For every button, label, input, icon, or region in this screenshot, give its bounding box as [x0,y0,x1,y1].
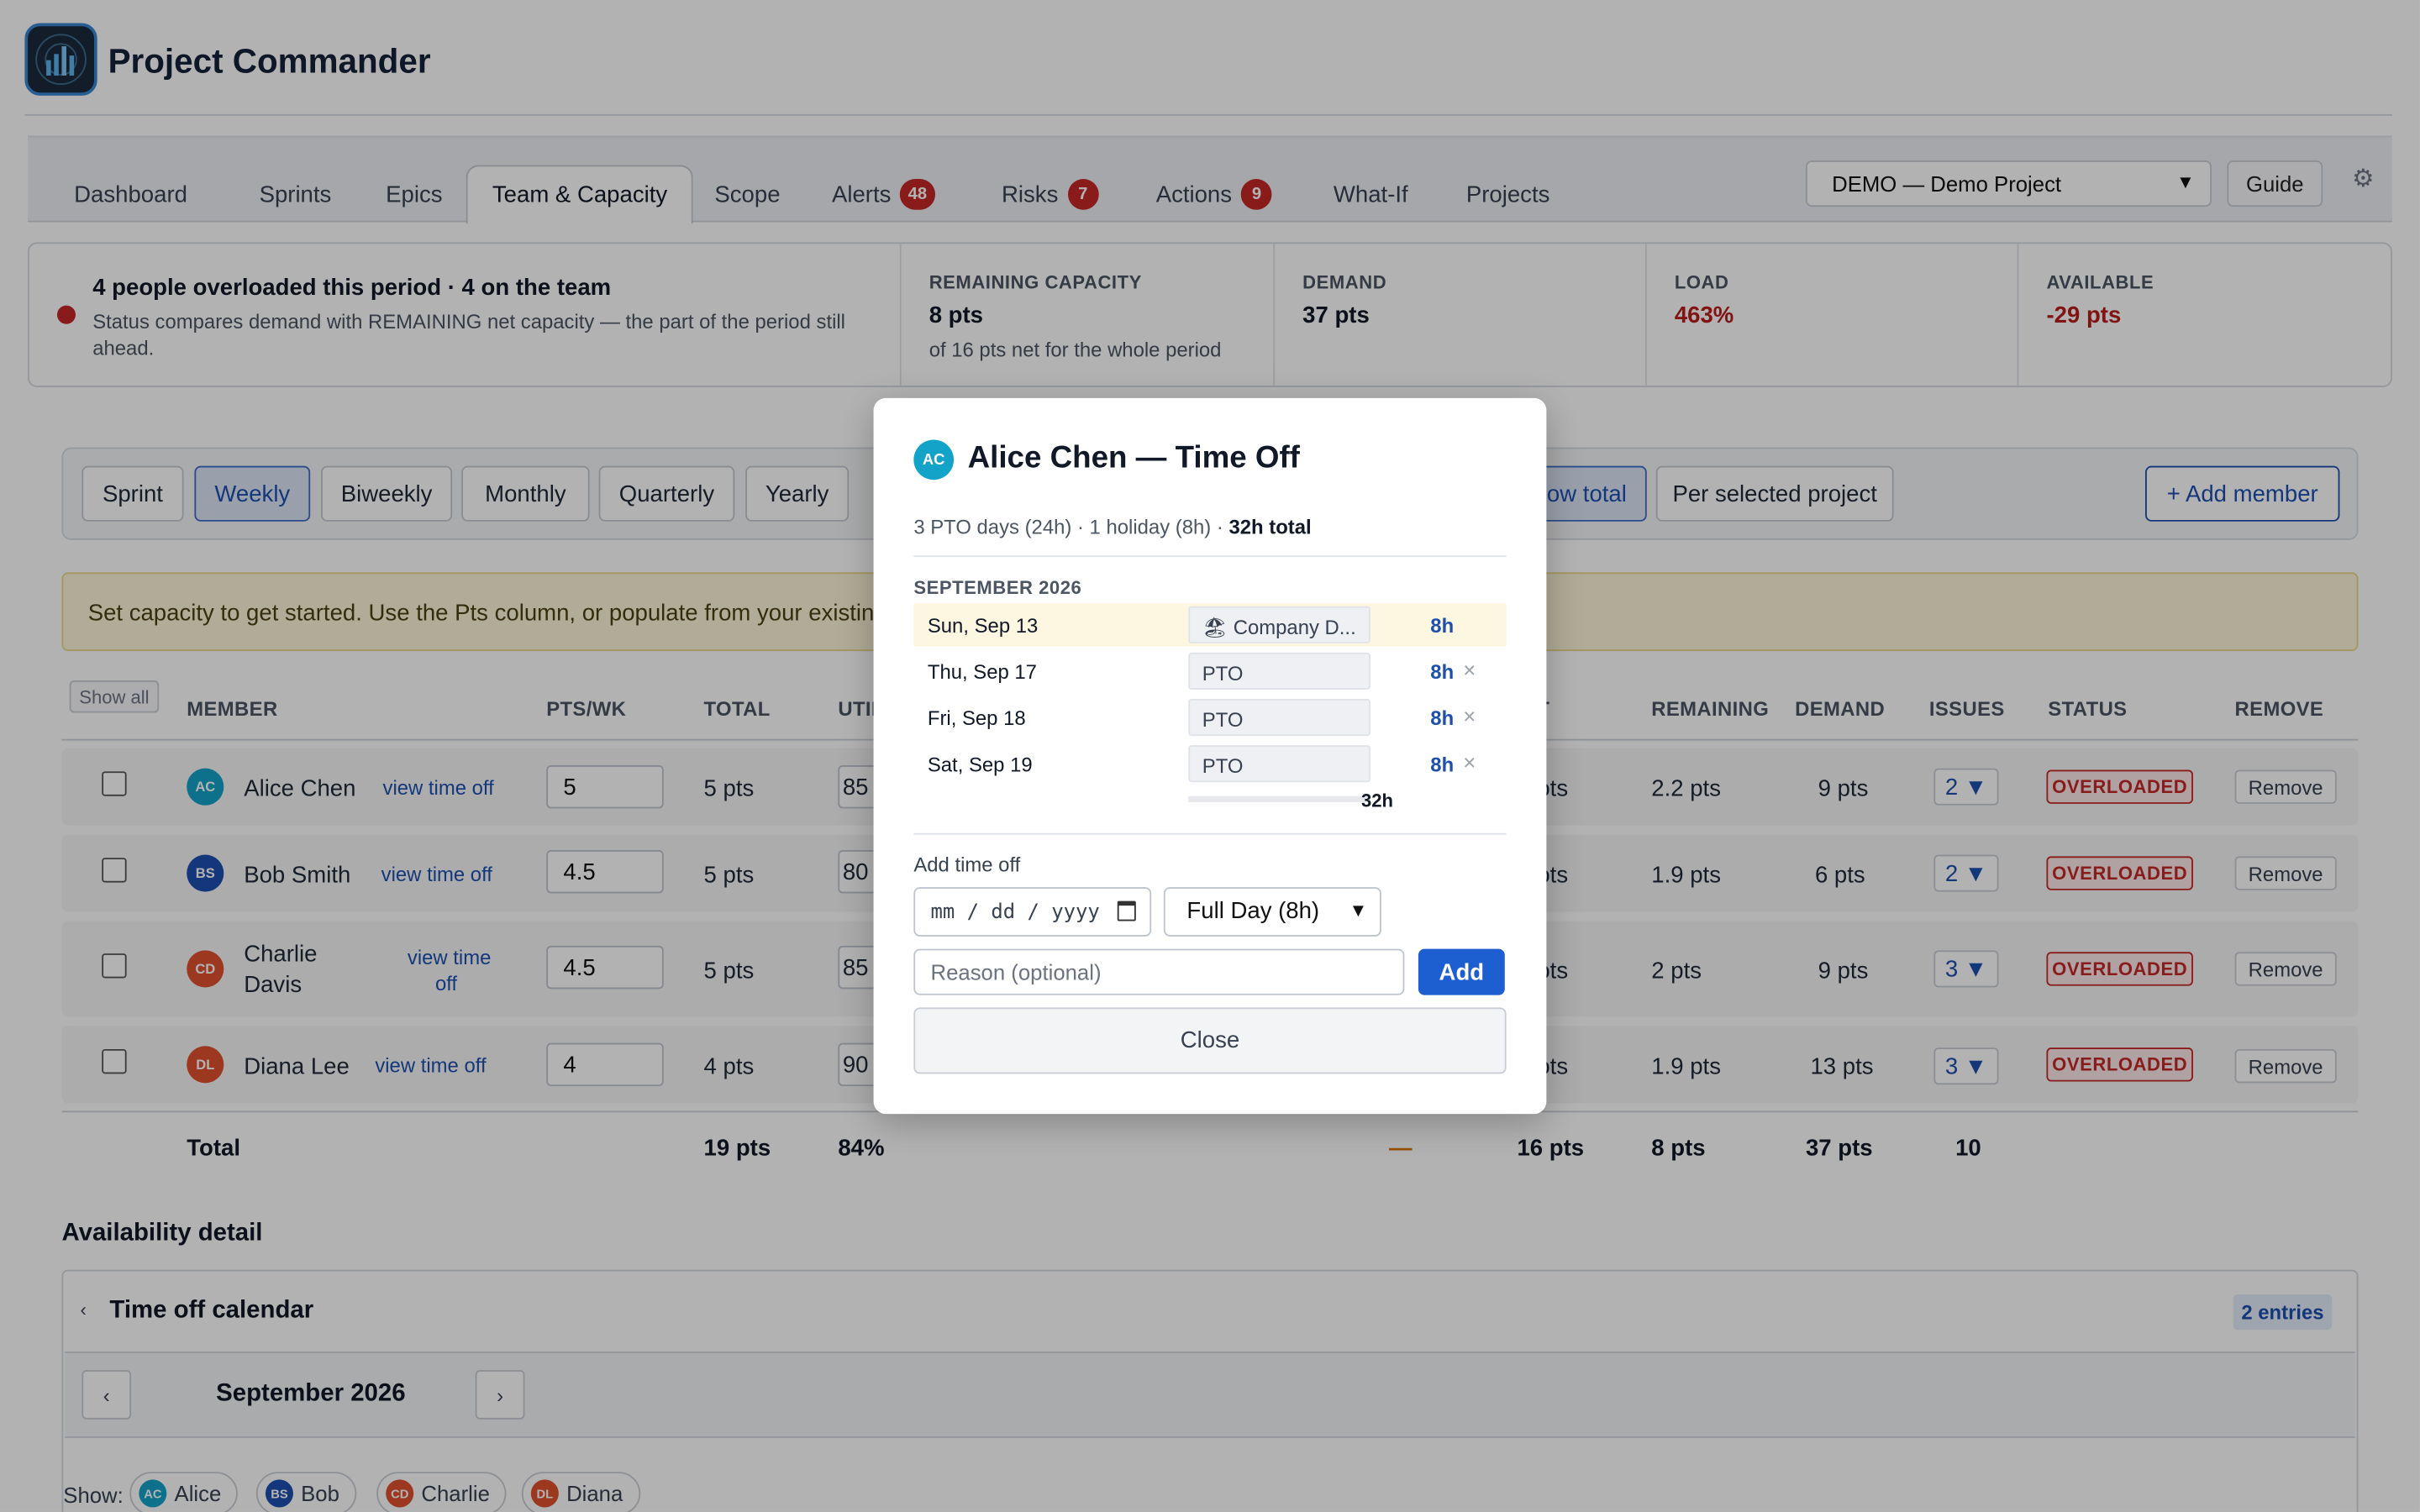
divider [913,832,1507,835]
total-hours: 32h [1360,790,1393,812]
avatar: AC [913,439,955,480]
summary-total: 32h total [1228,515,1312,539]
divider [913,555,1507,558]
entry-type: 🏖 Company D... [1188,606,1370,643]
entry-type: PTO [1188,745,1370,783]
entry-type: PTO [1188,699,1370,737]
time-off-entry: Fri, Sep 18 PTO 8h × [913,696,1506,738]
entry-hours: 8h [1430,753,1455,776]
add-time-off-label: Add time off [913,853,1021,877]
chevron-down-icon: ▼ [1349,899,1368,921]
summary-text: 3 PTO days (24h) · 1 holiday (8h) · [913,515,1229,539]
entry-date: Sat, Sep 19 [927,753,1033,776]
reason-input[interactable]: Reason (optional) [913,948,1405,995]
entry-type: PTO [1188,652,1370,690]
add-button[interactable]: Add [1418,948,1505,995]
time-off-summary: 3 PTO days (24h) · 1 holiday (8h) · 32h … [913,515,1311,538]
month-heading: SEPTEMBER 2026 [913,576,1082,599]
duration-value: Full Day (8h) [1186,897,1320,925]
time-off-entry: Thu, Sep 17 PTO 8h × [913,649,1506,692]
total-bar [1188,795,1370,803]
modal-title: Alice Chen — Time Off [967,441,1300,475]
duration-select[interactable]: Full Day (8h) ▼ [1163,887,1381,937]
entry-date: Thu, Sep 17 [927,660,1037,684]
calendar-icon[interactable] [1117,900,1136,921]
close-icon[interactable]: × [1463,704,1476,728]
date-input[interactable]: mm / dd / yyyy [913,887,1152,937]
close-icon[interactable]: × [1463,750,1476,774]
entry-hours: 8h [1430,614,1455,638]
entry-hours: 8h [1430,660,1455,684]
close-button[interactable]: Close [913,1007,1507,1074]
entry-date: Fri, Sep 18 [927,706,1026,730]
time-off-modal: AC Alice Chen — Time Off 3 PTO days (24h… [873,397,1547,1115]
date-placeholder: mm / dd / yyyy [930,900,1100,925]
entry-date: Sun, Sep 13 [927,614,1039,638]
entry-hours: 8h [1430,706,1455,730]
time-off-entry: Sun, Sep 13 🏖 Company D... 8h [913,603,1507,647]
close-icon[interactable]: × [1463,657,1476,681]
time-off-entry: Sat, Sep 19 PTO 8h × [913,742,1506,785]
